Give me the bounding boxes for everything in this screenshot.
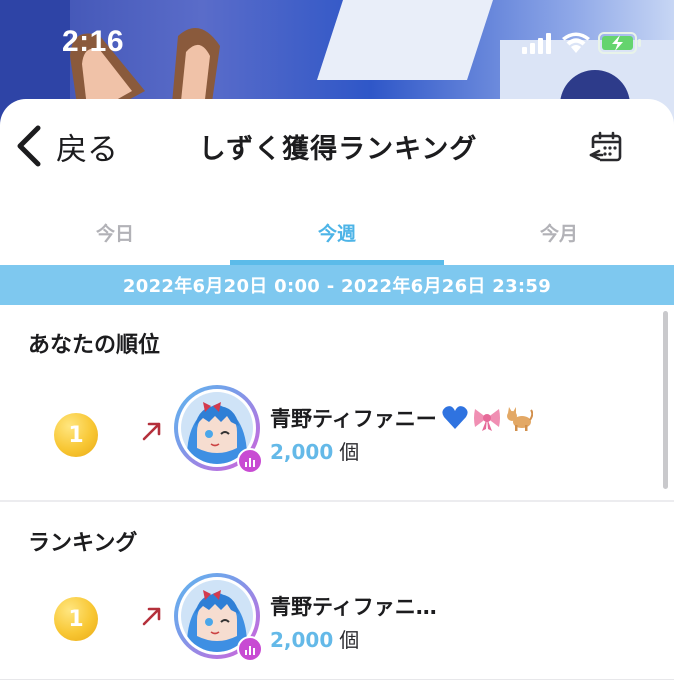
date-range-banner: 2022年6月20日 0:00 - 2022年6月26日 23:59 (0, 265, 674, 305)
trend-up-arrow-icon (142, 607, 161, 626)
scrollbar[interactable] (663, 311, 668, 489)
calendar-swap-icon[interactable] (588, 131, 624, 165)
trend-up-arrow-icon (142, 422, 161, 441)
stats-badge-icon (237, 448, 263, 474)
stats-badge-icon (237, 636, 263, 662)
user-name-text: 青野ティファニー (270, 407, 437, 431)
battery-charging-icon (598, 32, 641, 54)
tab-this-week[interactable]: 今週 (230, 199, 444, 265)
user-name: 青野ティファニー (270, 403, 533, 433)
ranking-row[interactable]: 1 青野ティファニ… 2,000 個 (0, 571, 674, 680)
status-time: 2:16 (62, 25, 125, 58)
cellular-signal-icon (522, 33, 551, 54)
ranking-section-title: ランキング (28, 531, 138, 556)
section-divider (0, 500, 674, 502)
amount: 2,000 個 (270, 436, 359, 465)
my-rank-section-title: あなたの順位 (28, 333, 161, 358)
wifi-icon (562, 32, 590, 53)
period-tabs: 今日 今週 今月 (0, 199, 674, 265)
navigation-bar: 戻る しずく獲得ランキング (0, 99, 674, 197)
rank-medal: 1 (54, 597, 98, 641)
blue-heart-icon (442, 406, 468, 429)
ribbon-icon (473, 409, 500, 431)
my-rank-row[interactable]: 1 青野ティファニー 2,000 個 (0, 379, 674, 489)
status-bar: 2:16 (0, 0, 674, 90)
amount: 2,000 個 (270, 624, 359, 653)
rank-medal: 1 (54, 413, 98, 457)
user-name: 青野ティファニ… (270, 591, 437, 621)
amount-value: 2,000 (270, 628, 334, 652)
page-title: しずく獲得ランキング (198, 134, 478, 165)
tab-today[interactable]: 今日 (0, 199, 230, 265)
amount-unit: 個 (339, 440, 360, 464)
amount-value: 2,000 (270, 440, 334, 464)
ranking-sheet: 戻る しずく獲得ランキング 今日 今週 今月 2022年6月20日 0:00 -… (0, 99, 674, 680)
user-name-text: 青野ティファニ… (270, 595, 437, 619)
amount-unit: 個 (339, 628, 360, 652)
cat-icon (506, 407, 533, 431)
tab-this-month[interactable]: 今月 (444, 199, 674, 265)
